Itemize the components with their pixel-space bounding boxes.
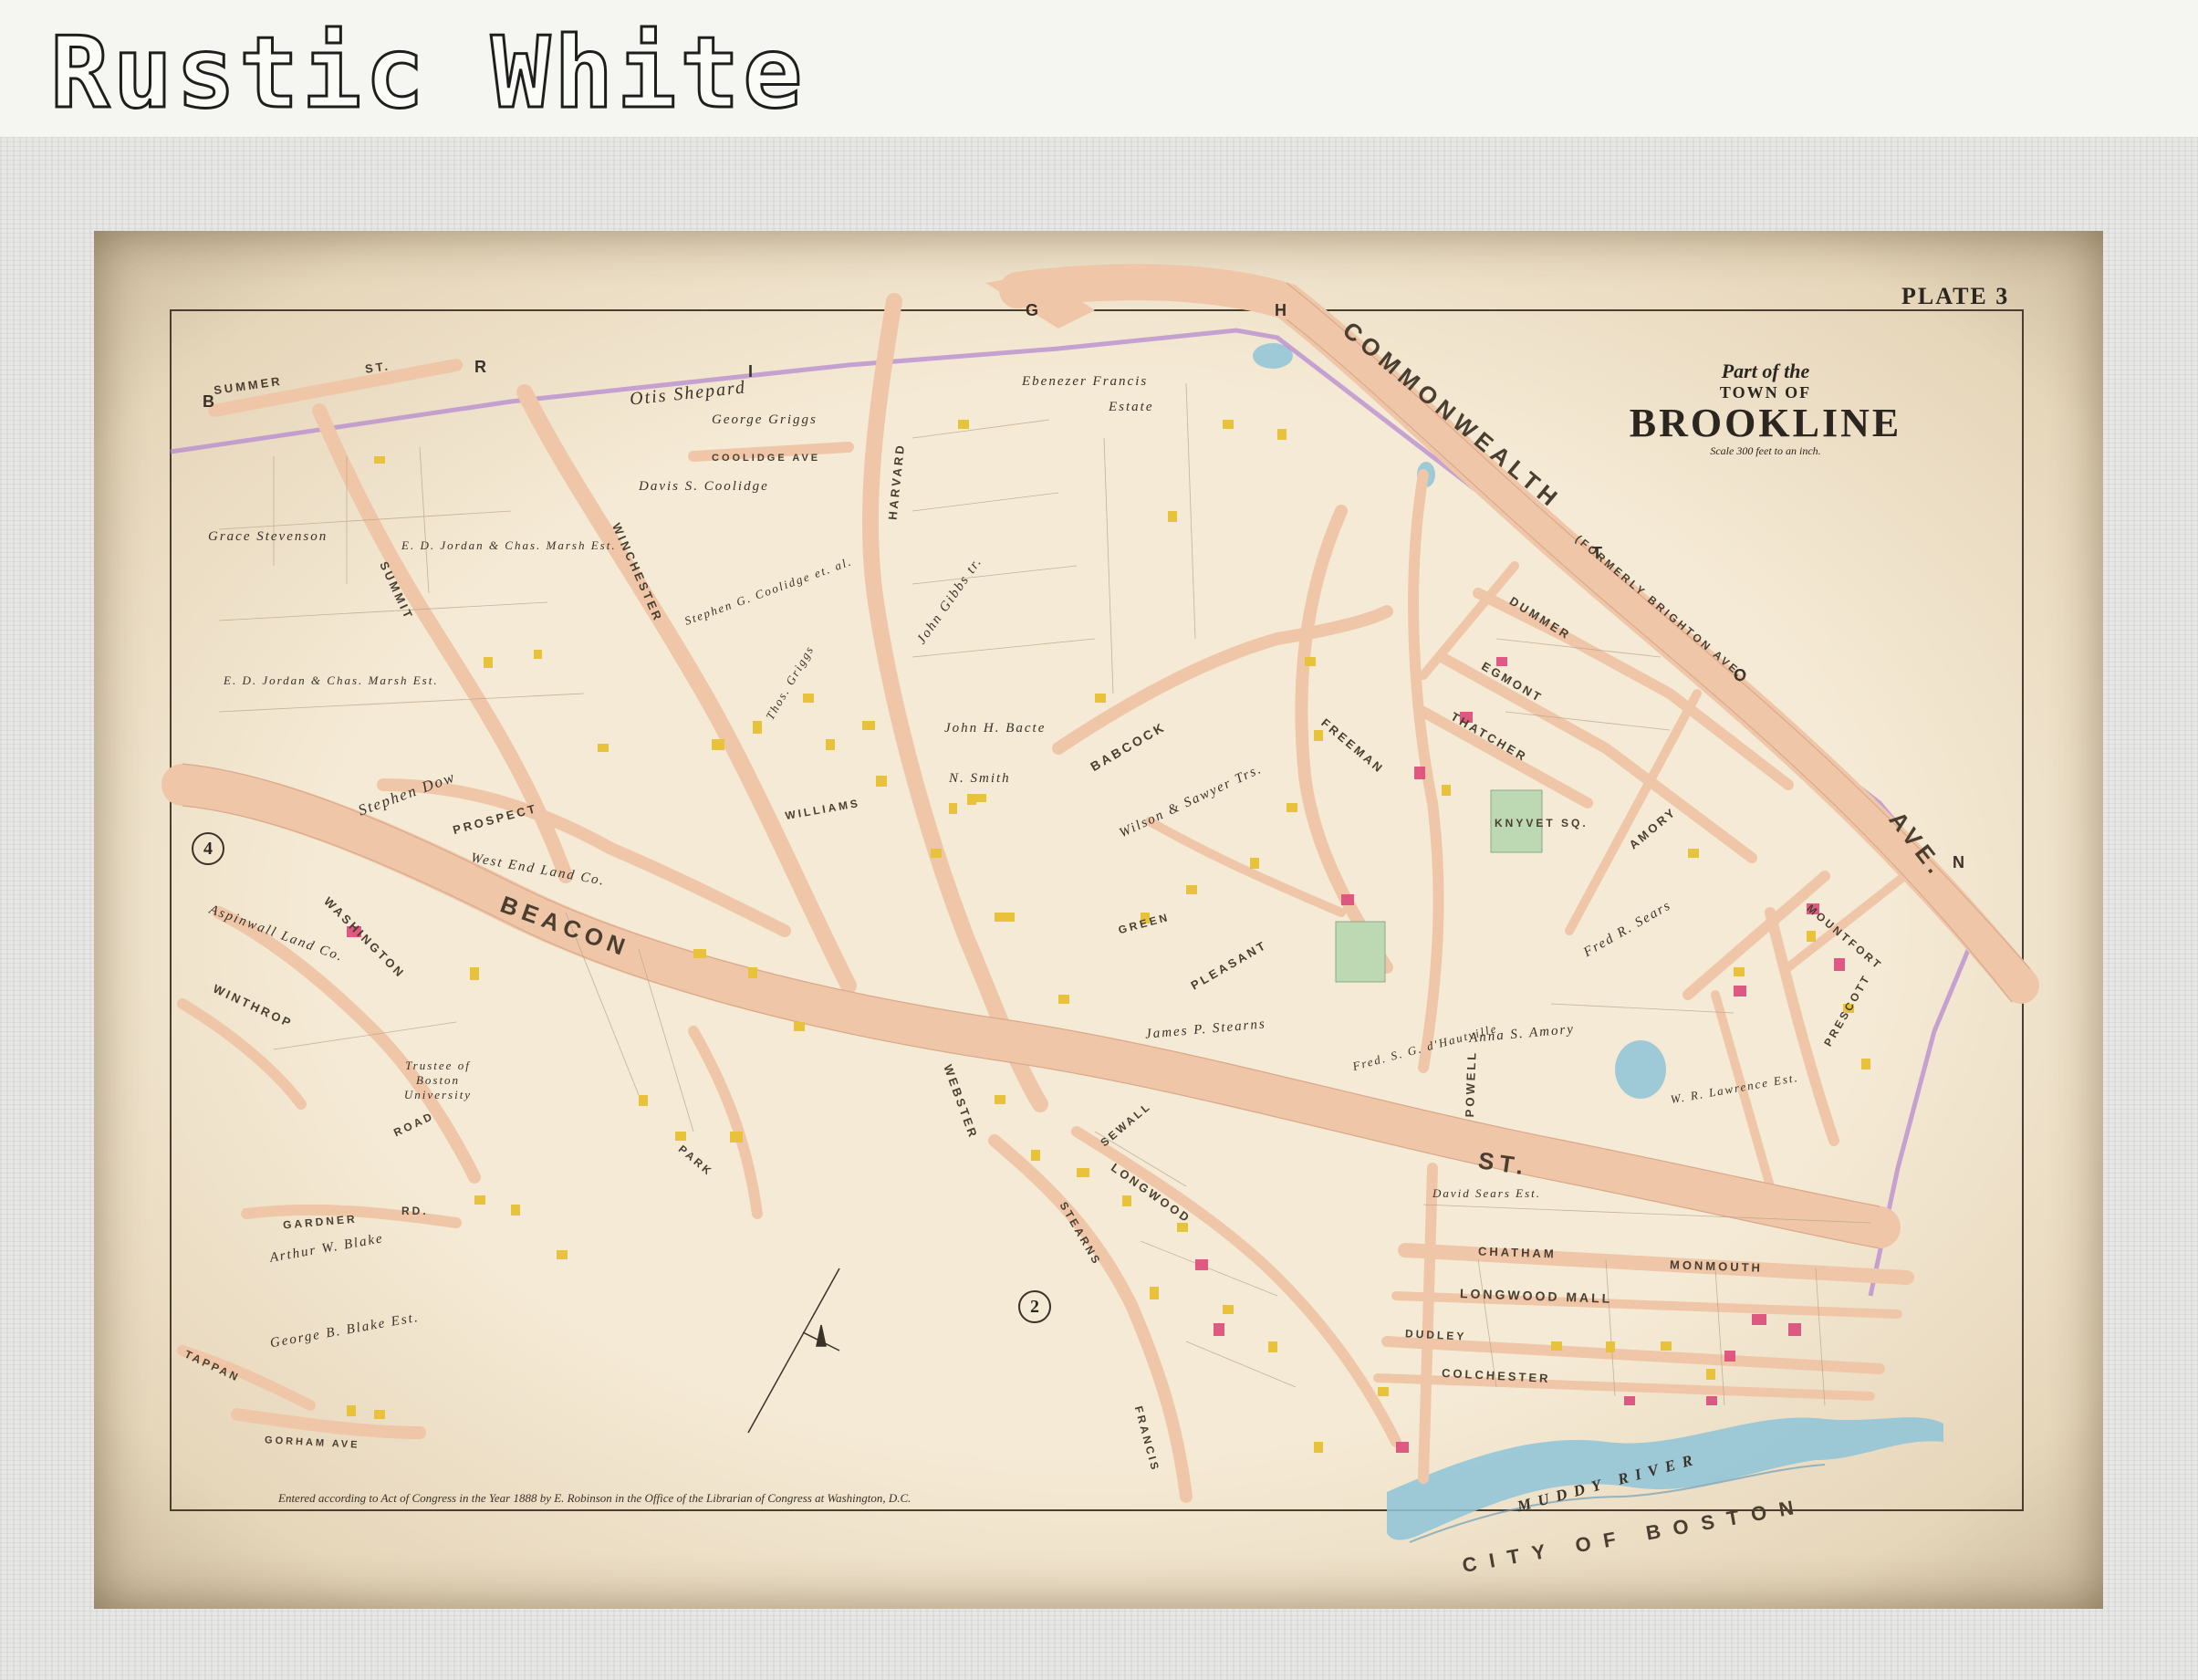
owner-estate: Estate <box>1109 400 1154 414</box>
roads <box>161 264 2039 1503</box>
owner-trustee-bu: Trustee of Boston University <box>403 1059 473 1101</box>
owner-jordan-marsh-2: E. D. Jordan & Chas. Marsh Est. <box>224 673 439 687</box>
plate-label: PLATE 3 <box>1901 283 2010 309</box>
copyright-note: Entered according to Act of Congress in … <box>278 1491 911 1505</box>
owner-george-griggs: George Griggs <box>712 412 818 427</box>
street-powell: POWELL <box>1463 1049 1479 1118</box>
grid-letter-n: N <box>1953 853 1964 871</box>
section-number-4: 4 <box>192 832 224 865</box>
street-knyvet-sq: KNYVET SQ. <box>1495 817 1589 830</box>
town-line <box>170 328 1983 1297</box>
map-title: BROOKLINE <box>1629 401 1902 445</box>
compass-rose <box>747 1268 840 1434</box>
owner-grace-stevenson: Grace Stevenson <box>208 529 328 544</box>
grid-letter-b: B <box>203 392 214 411</box>
street-rd: RD. <box>401 1205 429 1217</box>
owner-john-h-bacte: John H. Bacte <box>944 721 1047 736</box>
map-title-block: Part of the TOWN OF BROOKLINE Scale 300 … <box>1624 360 1907 458</box>
grid-letter-i: I <box>748 362 754 381</box>
scale-text: Scale 300 feet to an inch. <box>1710 444 1821 457</box>
pond-water <box>1615 1040 1666 1099</box>
owner-davis-coolidge: Davis S. Coolidge <box>639 479 769 494</box>
street-coolidge-ave: COOLIDGE AVE <box>712 453 821 464</box>
title-line-1: Part of the <box>1721 360 1810 382</box>
map-neatline <box>170 309 2024 1511</box>
grid-letter-r: R <box>474 358 486 376</box>
map-drawing <box>161 264 2039 1543</box>
owner-n-smith: N. Smith <box>949 771 1011 786</box>
green-square-2 <box>1335 921 1386 983</box>
owner-david-sears: David Sears Est. <box>1432 1186 1542 1200</box>
grid-letter-h: H <box>1275 301 1287 319</box>
section-number-2: 2 <box>1018 1290 1051 1323</box>
owner-jordan-marsh: E. D. Jordan & Chas. Marsh Est. <box>401 538 617 552</box>
title-line-2: TOWN OF <box>1719 383 1812 402</box>
owner-ebenezer-francis: Ebenezer Francis <box>1022 374 1149 389</box>
grid-letter-g: G <box>1026 301 1039 319</box>
street-chatham: CHATHAM <box>1477 1244 1557 1261</box>
